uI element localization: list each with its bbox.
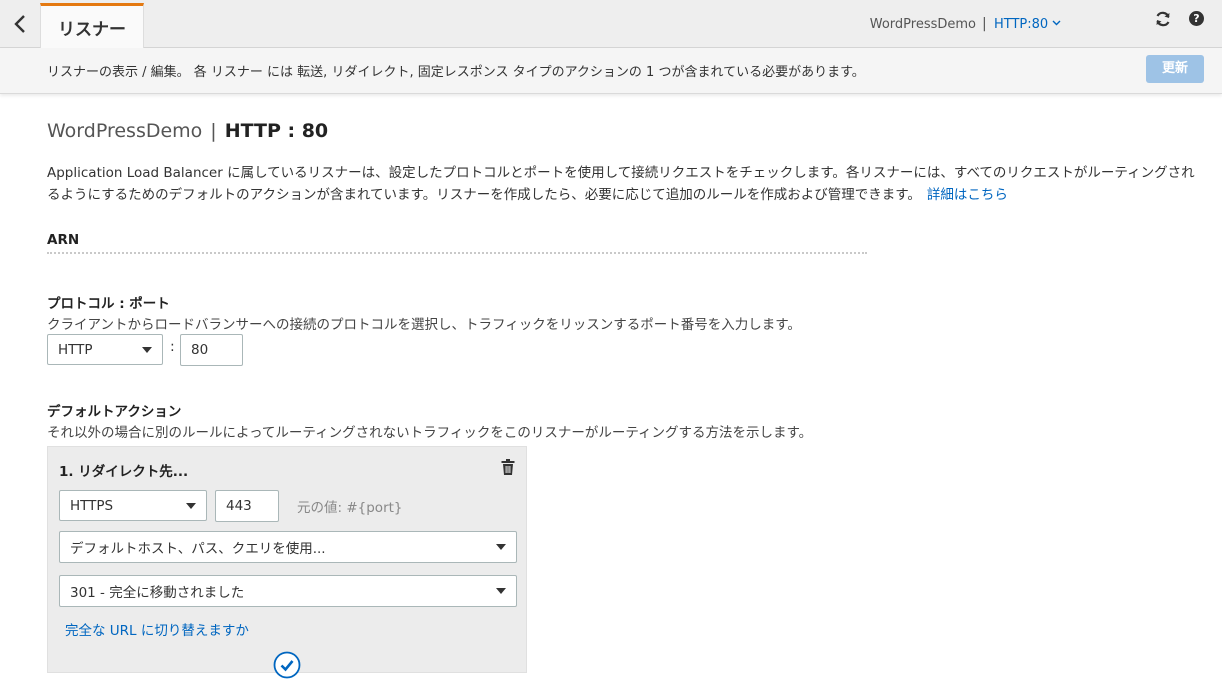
- learn-more-link[interactable]: 詳細はこちら: [927, 187, 1008, 203]
- port-input[interactable]: 80: [180, 334, 243, 366]
- redirect-port-input[interactable]: 443: [215, 490, 279, 522]
- trash-icon[interactable]: [501, 459, 515, 475]
- host-path-query-select[interactable]: デフォルトホスト、パス、クエリを使用...: [59, 531, 517, 563]
- status-code-value: 301 - 完全に移動されました: [70, 585, 245, 601]
- help-icon[interactable]: ?: [1189, 11, 1204, 26]
- port-input-value: 80: [191, 342, 209, 358]
- caret-down-icon: [496, 544, 506, 550]
- tab-listeners-label: リスナー: [58, 20, 126, 40]
- redirect-action-panel: 1. リダイレクト先... HTTPS 443 元の値: #{port} デフォ…: [47, 446, 527, 679]
- listener-selector[interactable]: HTTP:80: [994, 17, 1061, 32]
- switch-to-full-url-link[interactable]: 完全な URL に切り替えますか: [65, 619, 249, 639]
- redirect-protocol-select[interactable]: HTTPS: [59, 490, 207, 521]
- protocol-port-colon: :: [170, 339, 175, 355]
- protocol-select-value: HTTP: [58, 341, 93, 358]
- protocol-port-help: クライアントからロードバランサーへの接続のプロトコルを選択し、トラフィックをリッ…: [47, 317, 801, 333]
- load-balancer-name: WordPressDemo: [869, 17, 976, 32]
- page-title-listener: HTTP : 80: [224, 120, 329, 142]
- protocol-port-label: プロトコル : ポート: [47, 296, 170, 312]
- protocol-select[interactable]: HTTP: [47, 334, 163, 365]
- back-button[interactable]: [0, 0, 40, 48]
- page-title-lb: WordPressDemo: [47, 120, 203, 142]
- arn-label: ARN: [47, 232, 80, 248]
- caret-down-icon: [496, 588, 506, 594]
- tab-listeners[interactable]: リスナー: [40, 3, 144, 49]
- status-code-select[interactable]: 301 - 完全に移動されました: [59, 575, 517, 607]
- arn-value-obscured: [47, 252, 867, 256]
- info-text: リスナーの表示 / 編集。 各 リスナー には 転送, リダイレクト, 固定レス…: [47, 65, 865, 80]
- caret-down-icon: [186, 502, 196, 509]
- redirect-protocol-value: HTTPS: [70, 497, 114, 514]
- default-action-help: それ以外の場合に別のルールによってルーティングされないトラフィックをこのリスナー…: [47, 425, 813, 441]
- page-description: Application Load Balancer に属しているリスナーは、設定…: [47, 162, 1197, 206]
- description-text: Application Load Balancer に属しているリスナーは、設定…: [47, 165, 1195, 203]
- checkmark-circle-icon[interactable]: [273, 651, 301, 679]
- original-value-note: 元の値: #{port}: [297, 500, 403, 516]
- chevron-down-icon: [1052, 20, 1061, 26]
- page-title: WordPressDemo | HTTP : 80: [47, 120, 328, 142]
- update-button[interactable]: 更新: [1146, 55, 1204, 83]
- page-title-separator: |: [210, 120, 217, 142]
- host-path-query-value: デフォルトホスト、パス、クエリを使用...: [70, 541, 326, 557]
- top-bar: リスナー WordPressDemo | HTTP:80 ?: [0, 0, 1222, 49]
- chevron-left-icon: [14, 15, 25, 33]
- action-panel-title: 1. リダイレクト先...: [59, 464, 189, 480]
- header-separator: |: [982, 16, 987, 32]
- info-bar: リスナーの表示 / 編集。 各 リスナー には 転送, リダイレクト, 固定レス…: [0, 48, 1222, 94]
- caret-down-icon: [142, 346, 152, 353]
- redirect-port-value: 443: [226, 498, 252, 514]
- listener-selector-label: HTTP:80: [994, 17, 1049, 32]
- refresh-icon[interactable]: [1154, 10, 1172, 28]
- default-action-label: デフォルトアクション: [47, 404, 182, 420]
